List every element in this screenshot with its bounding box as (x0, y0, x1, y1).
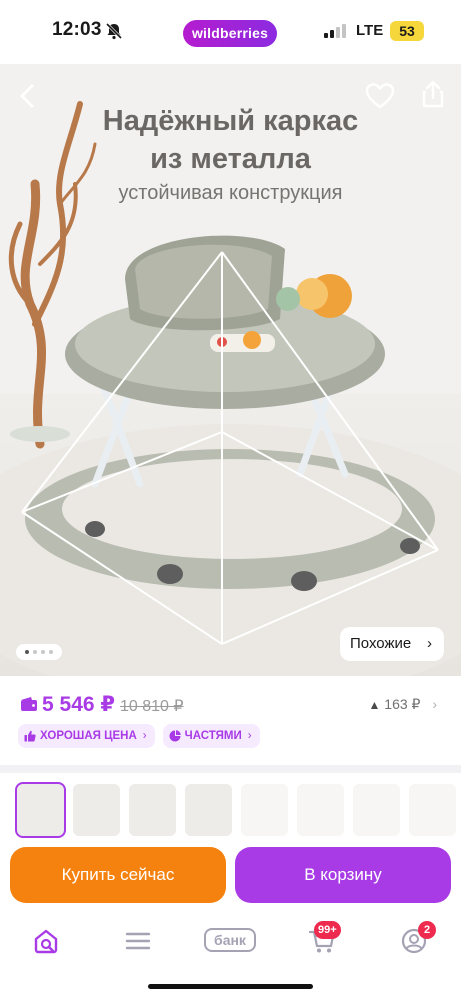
current-price: 5 546 ₽ (42, 693, 115, 716)
home-search-icon (34, 929, 58, 954)
bell-muted-icon (105, 22, 123, 40)
product-image-gallery[interactable]: Надёжный каркас из металла устойчивая ко… (0, 64, 461, 676)
buy-now-button[interactable]: Купить сейчас (10, 847, 226, 903)
chevron-right-icon: › (142, 730, 147, 742)
thumbnail[interactable] (241, 784, 288, 836)
good-price-tag[interactable]: ХОРОШАЯ ЦЕНА › (18, 724, 155, 748)
page-dot (33, 650, 37, 654)
cart-badge: 99+ (314, 921, 341, 939)
status-bar: 12:03 wildberries LTE 53 (0, 0, 461, 64)
add-to-cart-button[interactable]: В корзину (235, 847, 451, 903)
page-dot (41, 650, 45, 654)
gallery-page-indicator (16, 644, 62, 660)
thumbnail[interactable] (129, 784, 176, 836)
thumbnail[interactable] (185, 784, 232, 836)
share-icon[interactable] (417, 78, 449, 110)
triangle-up-icon: ▲ (368, 698, 381, 712)
thumbnail[interactable] (15, 782, 66, 838)
battery-indicator: 53 (390, 21, 424, 41)
chevron-right-icon: › (247, 730, 252, 742)
thumbs-up-icon (24, 730, 36, 742)
installments-tag[interactable]: ЧАСТЯМИ › (162, 724, 260, 748)
page-dot (49, 650, 53, 654)
thumbnail[interactable] (409, 784, 456, 836)
price-tags: ХОРОШАЯ ЦЕНА › ЧАСТЯМИ › (18, 724, 260, 748)
catalog-menu-icon (125, 932, 151, 950)
nav-catalog[interactable] (118, 921, 158, 961)
thumbnail[interactable] (353, 784, 400, 836)
home-indicator (148, 984, 313, 989)
network-label: LTE (356, 22, 384, 39)
signal-icon (324, 24, 346, 38)
hero-subtitle: устойчивая конструкция (118, 182, 343, 204)
pie-chart-icon (169, 730, 181, 742)
page-dot (25, 650, 29, 654)
back-arrow-icon[interactable] (12, 80, 44, 112)
good-price-label: ХОРОШАЯ ЦЕНА (40, 730, 137, 742)
thumbnail-strip (15, 782, 456, 838)
section-divider (0, 765, 461, 773)
chevron-right-icon: › (427, 635, 432, 652)
favorite-heart-icon[interactable] (364, 80, 396, 112)
similar-products-button[interactable]: Похожие › (340, 627, 444, 661)
similar-button-label: Похожие (350, 635, 412, 652)
price-change: 163 ₽ (384, 696, 421, 712)
wallet-icon (21, 697, 37, 711)
hero-title: Надёжный каркас из металла (102, 105, 359, 175)
chevron-right-icon: › (432, 696, 437, 712)
status-time: 12:03 (52, 19, 102, 40)
thumbnail[interactable] (73, 784, 120, 836)
installments-label: ЧАСТЯМИ (184, 730, 242, 742)
bottom-navigation: банк 99+ 2 (0, 915, 461, 965)
price-history-link[interactable]: ▲ 163 ₽ › (369, 696, 438, 713)
profile-badge: 2 (418, 921, 436, 939)
old-price: 10 810 ₽ (120, 698, 184, 715)
thumbnail[interactable] (297, 784, 344, 836)
price-row: 5 546 ₽ 10 810 ₽ ▲ 163 ₽ › (0, 690, 461, 720)
nav-home[interactable] (26, 921, 66, 961)
nav-bank[interactable]: банк (204, 928, 256, 952)
wildberries-pill[interactable]: wildberries (183, 20, 277, 47)
